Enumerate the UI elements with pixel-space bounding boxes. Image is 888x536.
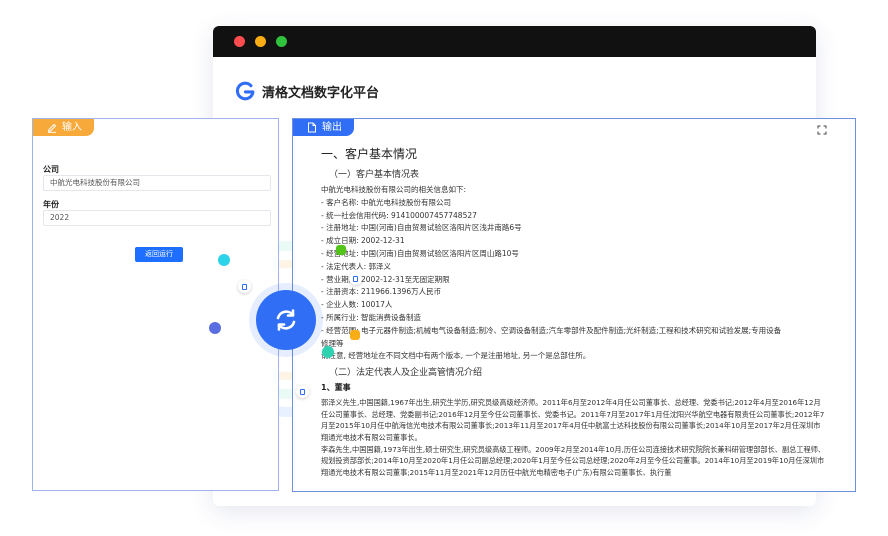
info-line: - 营业期限: 2002-12-31至无固定期限 — [321, 274, 450, 284]
orange-marker-icon — [350, 330, 360, 340]
close-window-button[interactable] — [234, 36, 245, 47]
intro-text: 中航光电科技股份有限公司的相关信息如下: — [321, 185, 467, 194]
company-label: 公司 — [43, 165, 59, 174]
info-line: - 企业人数: 10017人 — [321, 300, 393, 310]
director-bio: 李森先生,中国国籍,1973年出生,硕士研究生,研究员级高级工程师。2009年2… — [321, 444, 826, 477]
brand-name: 清格文档数字化平台 — [262, 85, 380, 101]
output-tab-label: 输出 — [322, 122, 342, 133]
input-tab-label: 输入 — [62, 122, 82, 133]
subsection-heading-2: （二）法定代表人及企业高管情况介绍 — [329, 368, 483, 379]
output-tab[interactable]: 输出 — [293, 119, 354, 136]
sync-icon — [276, 309, 296, 331]
return-run-button[interactable]: 返回运行 — [135, 247, 183, 262]
output-panel: 输出 一、客户基本情况 （一）客户基本情况表 中航光电科技股份有限公司的相关信息… — [292, 118, 856, 492]
info-line: - 客户名称: 中航光电科技股份有限公司 — [321, 197, 452, 207]
document-content: 一、客户基本情况 （一）客户基本情况表 中航光电科技股份有限公司的相关信息如下:… — [321, 145, 826, 478]
sync-button[interactable] — [256, 290, 316, 350]
subsection-heading: （一）客户基本情况表 — [329, 170, 420, 180]
decor-dot — [209, 322, 221, 334]
logo-icon — [235, 81, 255, 101]
brand: 清格文档数字化平台 — [234, 80, 379, 102]
green-marker-icon — [336, 245, 346, 255]
input-tab[interactable]: 输入 — [33, 119, 94, 136]
pencil-icon — [47, 123, 57, 133]
info-line: 修理等 — [321, 338, 344, 348]
window-titlebar — [213, 26, 816, 57]
info-line: - 所属行业: 智能消费设备制造 — [321, 312, 422, 322]
director-bio: 郭泽义先生,中国国籍,1967年出生,研究生学历,研究员级高级经济师。2011年… — [321, 398, 825, 442]
section-heading: 一、客户基本情况 — [321, 147, 418, 161]
decor-dot — [322, 346, 334, 358]
info-line: - 注册资本: 211966.1396万人民币 — [321, 287, 442, 297]
info-line: - 注册地址: 中国(河南)自由贸易试验区洛阳片区浅井南路6号 — [321, 223, 522, 233]
document-icon — [238, 280, 251, 293]
info-line: - 经营地址: 中国(河南)自由贸易试验区洛阳片区周山路10号 — [321, 248, 519, 258]
year-label: 年份 — [43, 200, 59, 209]
info-line: - 经营范围: 电子元器件制造;机械电气设备制造;制冷、空调设备制造;汽车零部件… — [321, 325, 782, 335]
decor-dot — [218, 254, 230, 266]
note-text: 请注意, 经营地址在不同文档中有两个版本, 一个是注册地址, 另一个是总部住所。 — [321, 351, 591, 361]
document-icon — [296, 385, 309, 398]
maximize-window-button[interactable] — [276, 36, 287, 47]
document-icon — [349, 272, 362, 285]
info-line: - 法定代表人: 郭泽义 — [321, 261, 392, 271]
input-panel: 输入 公司 中航光电科技股份有限公司 年份 2022 返回运行 — [32, 118, 279, 491]
info-line: - 成立日期: 2002-12-31 — [321, 236, 405, 246]
document-icon — [308, 122, 316, 133]
year-input[interactable]: 2022 — [43, 210, 271, 226]
company-input[interactable]: 中航光电科技股份有限公司 — [43, 175, 271, 191]
info-line: - 统一社会信用代码: 914100007457748527 — [321, 210, 477, 220]
expand-icon[interactable] — [817, 125, 827, 135]
director-heading: 1、董事 — [321, 383, 351, 393]
minimize-window-button[interactable] — [255, 36, 266, 47]
